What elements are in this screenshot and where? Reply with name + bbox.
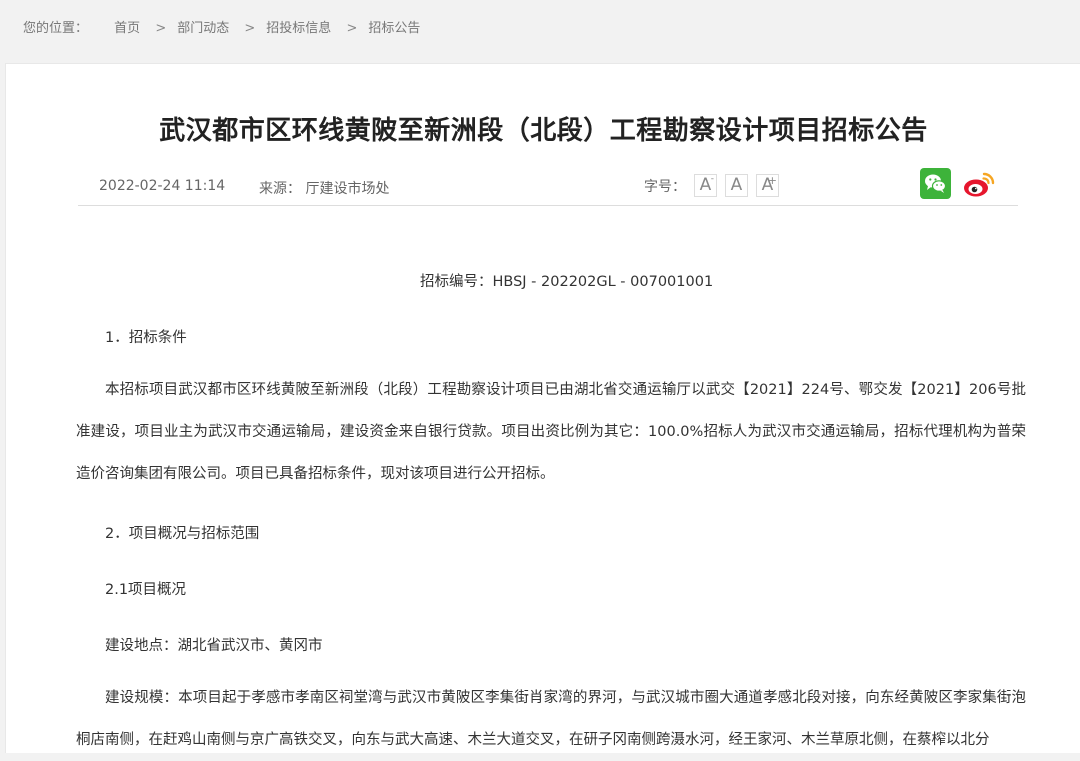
breadcrumb-separator: > bbox=[155, 21, 167, 36]
breadcrumb-bidding-info[interactable]: 招投标信息 bbox=[266, 21, 331, 36]
font-size-increase-button[interactable]: A + bbox=[756, 174, 779, 197]
font-size-control: 字号： A- A A + bbox=[644, 174, 779, 197]
breadcrumb-separator: > bbox=[346, 21, 358, 36]
article-panel: 武汉都市区环线黄陂至新洲段（北段）工程勘察设计项目招标公告 2022-02-24… bbox=[5, 63, 1080, 753]
font-size-decrease-button[interactable]: A- bbox=[694, 174, 717, 197]
publish-date: 2022-02-24 11:14 bbox=[99, 178, 226, 194]
article-meta-bar: 2022-02-24 11:14 来源： 厅建设市场处 字号： A- A A + bbox=[78, 168, 1018, 206]
breadcrumb-dept-news[interactable]: 部门动态 bbox=[177, 21, 229, 36]
paragraph: 本招标项目武汉都市区环线黄陂至新洲段（北段）工程勘察设计项目已由湖北省交通运输厅… bbox=[76, 382, 1026, 482]
article-source: 来源： 厅建设市场处 bbox=[259, 181, 390, 197]
breadcrumb-separator: > bbox=[244, 21, 256, 36]
weibo-icon[interactable] bbox=[962, 168, 996, 200]
paragraph: 建设地点：湖北省武汉市、黄冈市 bbox=[105, 638, 323, 654]
breadcrumb-home[interactable]: 首页 bbox=[114, 21, 140, 36]
breadcrumb-bid-notice[interactable]: 招标公告 bbox=[368, 21, 420, 36]
subsection-heading: 2.1项目概况 bbox=[105, 582, 187, 598]
font-size-label: 字号： bbox=[644, 178, 686, 195]
bid-code: 招标编号：HBSJ - 202202GL - 007001001 bbox=[420, 274, 714, 290]
section-heading: 2．项目概况与招标范围 bbox=[105, 526, 260, 542]
breadcrumb-prefix: 您的位置： bbox=[23, 21, 89, 36]
breadcrumb: 您的位置： 首页 > 部门动态 > 招投标信息 > 招标公告 bbox=[23, 17, 420, 36]
font-size-default-button[interactable]: A bbox=[725, 174, 748, 197]
section-heading: 1．招标条件 bbox=[105, 330, 187, 346]
wechat-icon[interactable] bbox=[920, 168, 951, 199]
paragraph: 建设规模：本项目起于孝感市孝南区祠堂湾与武汉市黄陂区李集街肖家湾的界河，与武汉城… bbox=[76, 690, 1026, 748]
article-title: 武汉都市区环线黄陂至新洲段（北段）工程勘察设计项目招标公告 bbox=[159, 116, 928, 146]
